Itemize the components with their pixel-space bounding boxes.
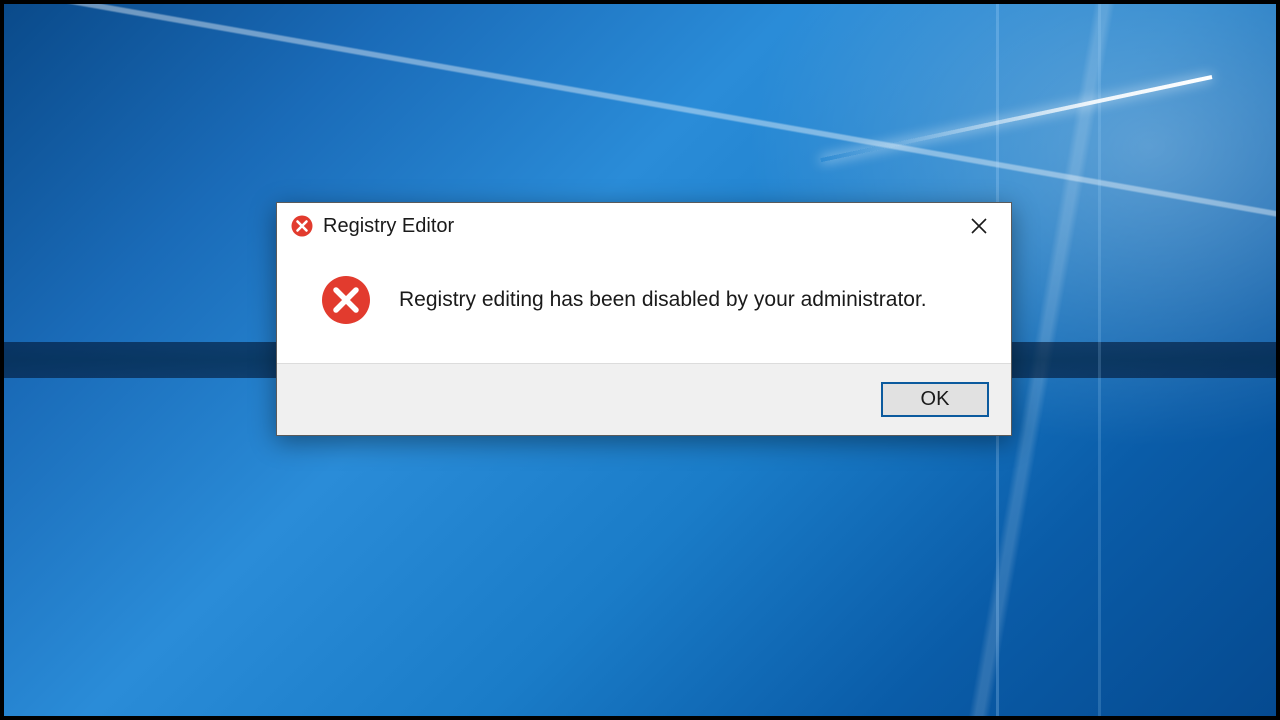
close-button[interactable] xyxy=(959,211,999,241)
dialog-message: Registry editing has been disabled by yo… xyxy=(399,288,927,312)
error-icon xyxy=(321,275,371,325)
ok-button[interactable]: OK xyxy=(881,382,989,417)
dialog-body: Registry editing has been disabled by yo… xyxy=(277,247,1011,363)
error-dialog: Registry Editor Registry editing has bee… xyxy=(276,202,1012,436)
close-icon xyxy=(970,217,988,235)
titlebar-left: Registry Editor xyxy=(291,215,454,238)
desktop-decoration xyxy=(1098,4,1101,716)
dialog-titlebar: Registry Editor xyxy=(277,203,1011,247)
desktop-background: Registry Editor Registry editing has bee… xyxy=(4,4,1276,716)
dialog-title: Registry Editor xyxy=(323,215,454,238)
error-icon xyxy=(291,215,313,237)
desktop-decoration xyxy=(821,75,1213,162)
dialog-footer: OK xyxy=(277,363,1011,435)
